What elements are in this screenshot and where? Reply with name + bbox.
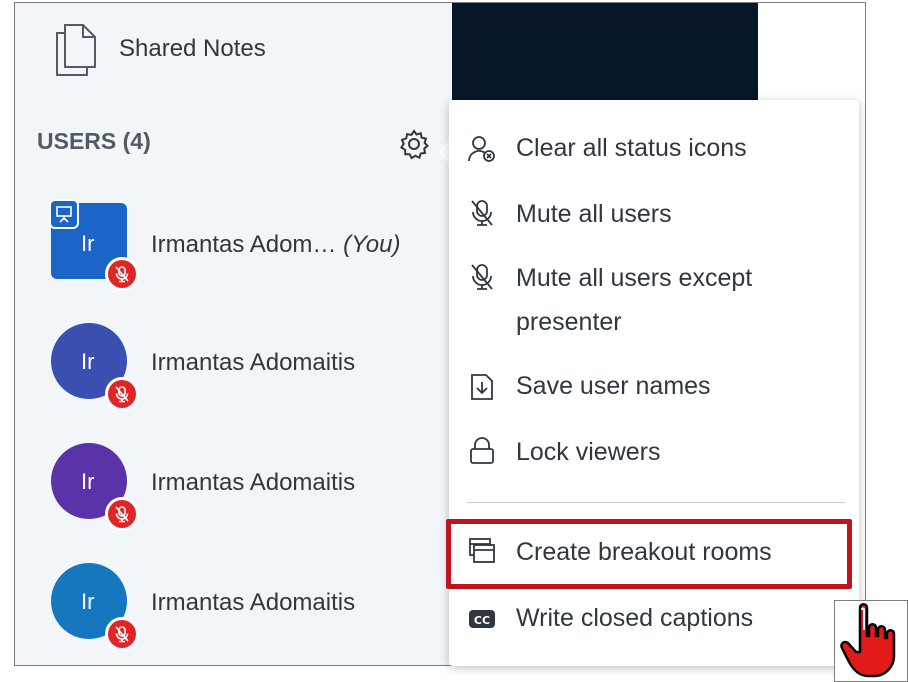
clear-status-icon xyxy=(468,136,495,162)
avatar-initials: Ir xyxy=(81,589,95,614)
avatar-initials: Ir xyxy=(81,469,95,494)
menu-item-label: Mute all users except xyxy=(516,264,753,292)
shared-notes-label: Shared Notes xyxy=(119,35,266,62)
avatar-initials: Ir xyxy=(81,231,95,256)
gear-icon[interactable] xyxy=(398,128,430,160)
user-name-text: Irmantas Adom… xyxy=(151,231,337,258)
user-name: Irmantas Adomaitis xyxy=(151,589,356,616)
mic-off-icon xyxy=(471,200,493,226)
user-list-item[interactable]: Ir Irmantas Adomaitis xyxy=(15,433,452,533)
presenter-icon xyxy=(49,199,79,229)
menu-divider xyxy=(467,502,845,503)
mic-off-icon xyxy=(471,264,493,290)
closed-captions-icon: CC xyxy=(469,610,495,628)
muted-mic-icon xyxy=(105,617,139,651)
download-file-icon xyxy=(471,374,493,400)
background-area xyxy=(774,3,865,103)
user-list-sidebar: Shared Notes USERS (4) Ir Irmantas Adom…… xyxy=(15,3,452,665)
muted-mic-icon xyxy=(105,377,139,411)
shared-notes-item[interactable]: Shared Notes xyxy=(15,3,452,93)
users-count-heading: USERS (4) xyxy=(37,128,151,154)
avatar-initials: Ir xyxy=(81,349,95,374)
lock-icon xyxy=(470,437,494,464)
pointing-hand-icon xyxy=(840,603,896,678)
svg-text:CC: CC xyxy=(474,614,490,627)
user-list-item[interactable]: Ir Irmantas Adomaitis xyxy=(15,313,452,413)
menu-item-label: Save user names xyxy=(516,372,711,400)
user-name: Irmantas Adom… (You) xyxy=(151,231,400,259)
you-label: (You) xyxy=(343,231,401,258)
menu-item-label: Write closed captions xyxy=(516,604,754,632)
user-list-item[interactable]: Ir Irmantas Adom… (You) xyxy=(15,193,452,293)
menu-item-label: Clear all status icons xyxy=(516,134,747,162)
user-name: Irmantas Adomaitis xyxy=(151,349,356,376)
muted-mic-icon xyxy=(105,257,139,291)
menu-item-label: Lock viewers xyxy=(516,438,661,466)
highlight-box xyxy=(446,519,852,589)
menu-item-label: Mute all users xyxy=(516,200,672,228)
menu-item-label-line2: presenter xyxy=(516,308,622,336)
user-list-item[interactable]: Ir Irmantas Adomaitis xyxy=(15,553,452,653)
muted-mic-icon xyxy=(105,497,139,531)
shared-notes-icon xyxy=(56,24,96,76)
user-name: Irmantas Adomaitis xyxy=(151,469,356,496)
